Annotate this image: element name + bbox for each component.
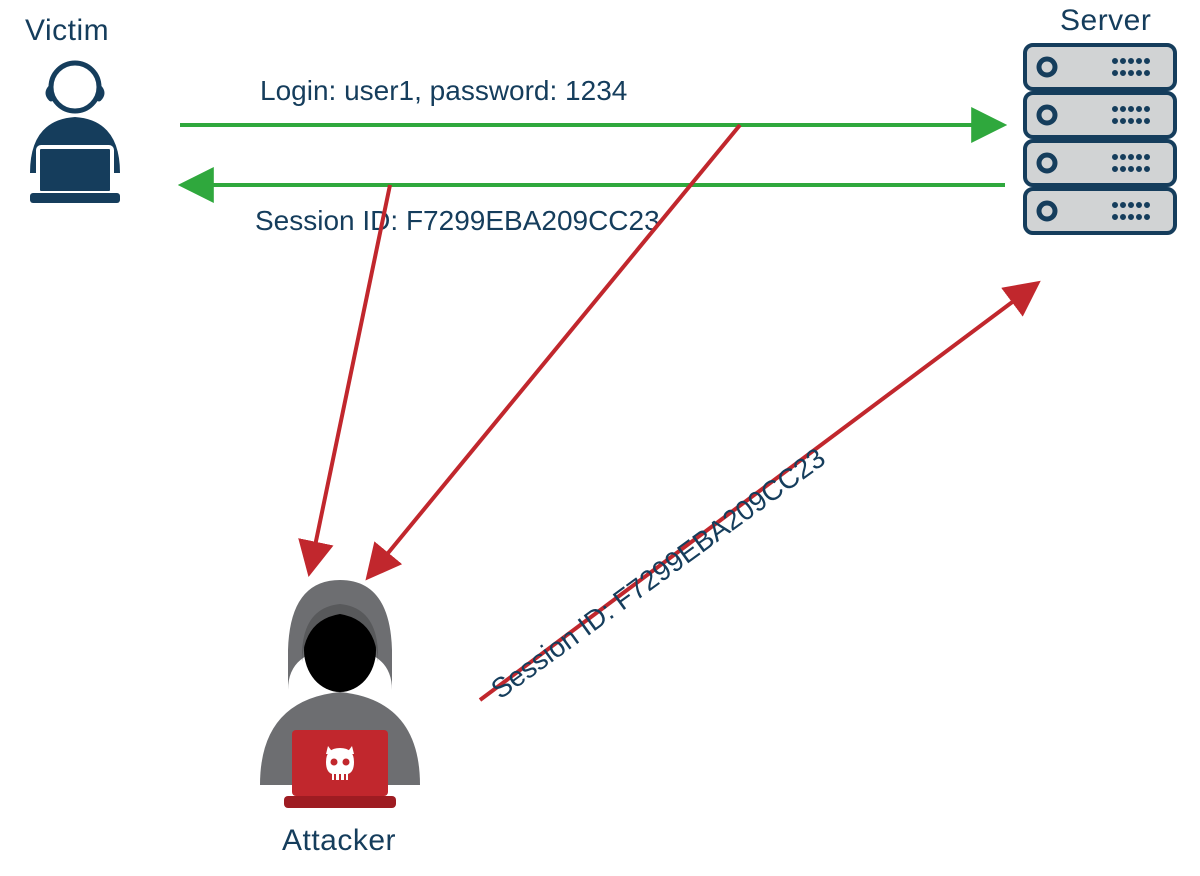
hijack-message: Session ID: F7299EBA209CC23 — [485, 442, 831, 705]
sniff-arrow-1 — [310, 185, 390, 570]
sniff-arrow-2 — [370, 125, 740, 575]
session-response-message: Session ID: F7299EBA209CC23 — [255, 205, 660, 236]
victim-label: Victim — [25, 14, 109, 47]
login-message: Login: user1, password: 1234 — [260, 75, 627, 106]
session-hijack-diagram: Victim Server — [0, 0, 1200, 876]
server-icon — [1025, 45, 1175, 233]
attacker-icon — [260, 580, 420, 808]
server-label: Server — [1060, 4, 1151, 37]
victim-icon — [30, 63, 120, 203]
attacker-label: Attacker — [282, 824, 396, 857]
